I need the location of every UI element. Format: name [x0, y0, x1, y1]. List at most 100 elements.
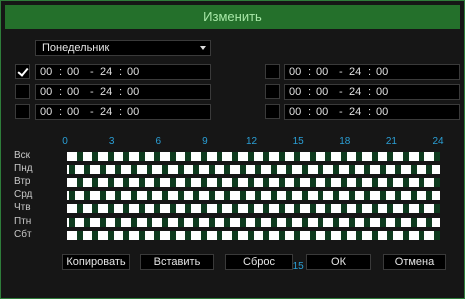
schedule-cell[interactable] — [67, 204, 77, 214]
schedule-cell[interactable] — [144, 204, 155, 214]
schedule-cell[interactable] — [199, 217, 209, 227]
schedule-cell[interactable] — [393, 178, 403, 188]
start-minute[interactable]: 00 — [67, 65, 79, 79]
schedule-cell[interactable] — [432, 165, 440, 175]
schedule-cell[interactable] — [346, 230, 357, 240]
schedule-cell[interactable] — [191, 204, 201, 214]
schedule-cell[interactable] — [199, 191, 209, 201]
schedule-cell[interactable] — [175, 230, 186, 240]
schedule-cell[interactable] — [105, 217, 116, 227]
schedule-cell[interactable] — [206, 230, 217, 240]
schedule-cell[interactable] — [315, 230, 326, 240]
start-minute[interactable]: 00 — [67, 85, 79, 99]
start-hour[interactable]: 00 — [40, 65, 52, 79]
time-range-field[interactable]: 00:00-24:00 — [35, 104, 211, 120]
schedule-cell[interactable] — [284, 152, 295, 161]
schedule-cell[interactable] — [292, 217, 302, 227]
schedule-cell[interactable] — [222, 230, 233, 240]
schedule-cell[interactable] — [416, 217, 427, 227]
schedule-cell[interactable] — [323, 217, 334, 227]
schedule-cell[interactable] — [362, 152, 372, 161]
end-minute[interactable]: 00 — [376, 85, 388, 99]
schedule-cell[interactable] — [136, 191, 147, 201]
schedule-cell[interactable] — [183, 191, 194, 201]
schedule-cell[interactable] — [67, 178, 77, 188]
schedule-cell[interactable] — [377, 230, 388, 240]
schedule-cell[interactable] — [269, 152, 279, 161]
schedule-cell[interactable] — [74, 191, 85, 201]
schedule-cell[interactable] — [377, 152, 388, 161]
end-minute[interactable]: 00 — [376, 65, 388, 79]
schedule-cell[interactable] — [362, 230, 372, 240]
schedule-cell[interactable] — [90, 217, 100, 227]
schedule-cell[interactable] — [338, 165, 349, 175]
schedule-row[interactable] — [67, 204, 440, 214]
start-hour[interactable]: 00 — [289, 65, 301, 79]
period-checkbox[interactable] — [265, 64, 280, 79]
schedule-cell[interactable] — [408, 230, 419, 240]
day-select[interactable]: Понедельник — [35, 40, 211, 56]
schedule-cell[interactable] — [82, 204, 93, 214]
schedule-cell[interactable] — [354, 191, 365, 201]
schedule-row[interactable] — [67, 191, 440, 201]
schedule-cell[interactable] — [300, 230, 310, 240]
schedule-cell[interactable] — [191, 178, 201, 188]
schedule-cell[interactable] — [269, 204, 279, 214]
end-hour[interactable]: 24 — [349, 105, 361, 119]
schedule-cell[interactable] — [276, 217, 287, 227]
start-minute[interactable]: 00 — [67, 105, 79, 119]
schedule-cell[interactable] — [300, 178, 310, 188]
schedule-cell[interactable] — [67, 230, 77, 240]
schedule-cell[interactable] — [253, 178, 264, 188]
reset-button[interactable]: Сброс — [225, 254, 293, 270]
schedule-row[interactable] — [67, 178, 440, 188]
schedule-cell[interactable] — [393, 230, 403, 240]
schedule-cell[interactable] — [284, 230, 295, 240]
schedule-cell[interactable] — [183, 217, 194, 227]
schedule-cell[interactable] — [385, 165, 396, 175]
schedule-cell[interactable] — [424, 204, 435, 214]
schedule-cell[interactable] — [300, 204, 310, 214]
schedule-cell[interactable] — [338, 191, 349, 201]
schedule-cell[interactable] — [206, 152, 217, 161]
copy-button[interactable]: Копировать — [62, 254, 130, 270]
schedule-cell[interactable] — [152, 165, 163, 175]
schedule-cell[interactable] — [245, 165, 256, 175]
schedule-cell[interactable] — [346, 152, 357, 161]
time-range-field[interactable]: 00:00-24:00 — [284, 84, 460, 100]
schedule-cell[interactable] — [175, 204, 186, 214]
schedule-cell[interactable] — [315, 204, 326, 214]
schedule-cell[interactable] — [98, 178, 108, 188]
schedule-cell[interactable] — [98, 152, 108, 161]
schedule-cell[interactable] — [416, 191, 427, 201]
schedule-cell[interactable] — [168, 165, 178, 175]
schedule-cell[interactable] — [121, 217, 132, 227]
schedule-cell[interactable] — [222, 204, 233, 214]
schedule-cell[interactable] — [82, 230, 93, 240]
schedule-cell[interactable] — [408, 204, 419, 214]
schedule-cell[interactable] — [168, 191, 178, 201]
schedule-cell[interactable] — [408, 178, 419, 188]
schedule-cell[interactable] — [230, 217, 240, 227]
schedule-cell[interactable] — [261, 191, 271, 201]
schedule-cell[interactable] — [416, 165, 427, 175]
schedule-cell[interactable] — [206, 204, 217, 214]
schedule-cell[interactable] — [129, 178, 139, 188]
schedule-cell[interactable] — [385, 191, 396, 201]
schedule-cell[interactable] — [90, 165, 100, 175]
start-hour[interactable]: 00 — [289, 105, 301, 119]
schedule-cell[interactable] — [393, 152, 403, 161]
ok-button[interactable]: ОК — [306, 254, 371, 270]
start-hour[interactable]: 00 — [40, 105, 52, 119]
schedule-cell[interactable] — [191, 230, 201, 240]
schedule-cell[interactable] — [370, 191, 380, 201]
schedule-cell[interactable] — [175, 178, 186, 188]
schedule-cell[interactable] — [113, 204, 124, 214]
end-minute[interactable]: 00 — [127, 65, 139, 79]
end-hour[interactable]: 24 — [100, 105, 112, 119]
schedule-cell[interactable] — [74, 217, 85, 227]
end-minute[interactable]: 00 — [127, 85, 139, 99]
schedule-cell[interactable] — [276, 165, 287, 175]
schedule-cell[interactable] — [276, 191, 287, 201]
schedule-cell[interactable] — [393, 204, 403, 214]
